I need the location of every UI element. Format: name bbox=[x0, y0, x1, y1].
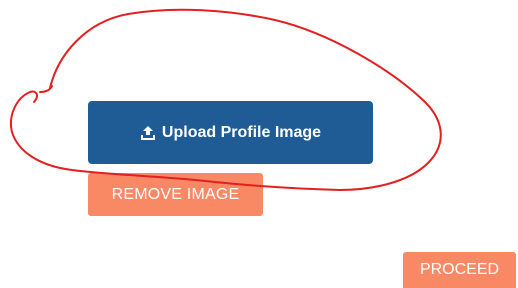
remove-button-label: REMOVE IMAGE bbox=[111, 185, 240, 203]
proceed-button[interactable]: PROCEED bbox=[403, 252, 516, 288]
upload-button-label: Upload Profile Image bbox=[161, 123, 322, 141]
proceed-button-label: PROCEED bbox=[419, 261, 500, 278]
upload-icon bbox=[140, 125, 156, 141]
remove-image-button[interactable]: REMOVE IMAGE bbox=[88, 173, 263, 216]
upload-profile-image-button[interactable]: Upload Profile Image bbox=[88, 101, 373, 164]
